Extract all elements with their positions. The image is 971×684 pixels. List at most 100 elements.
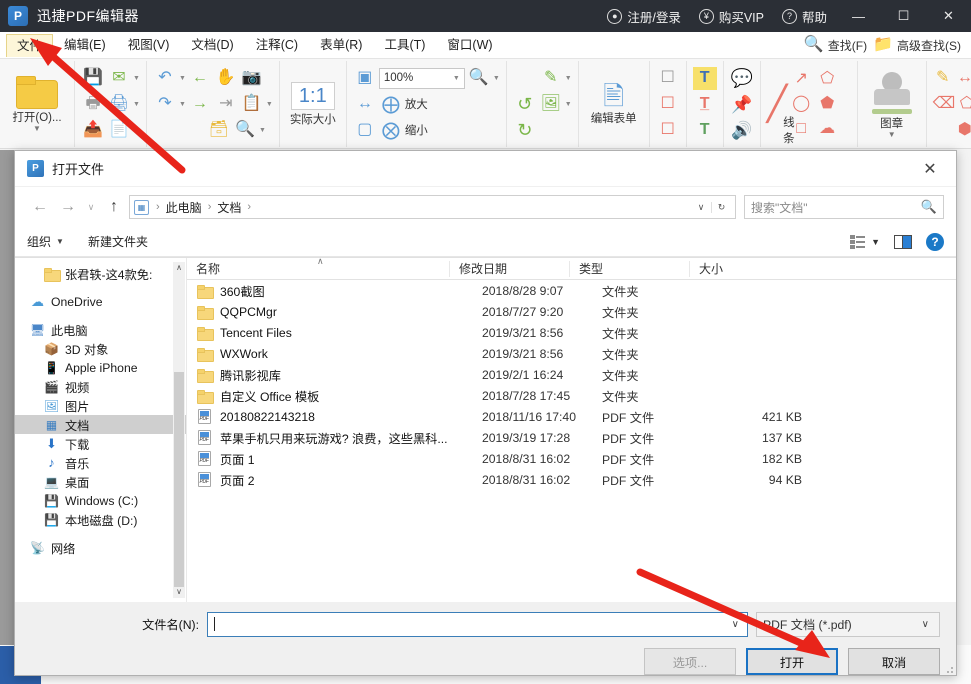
pentagon-icon[interactable]: ⬟ [815,93,839,116]
register-login-button[interactable]: ● 注册/登录 [598,0,689,32]
table-row[interactable]: 自定义 Office 模板 2018/7/28 17:45 文件夹 [187,385,956,406]
stamp-button[interactable]: 图章 ▼ [864,70,920,139]
zoom-in-label[interactable]: 放大 [405,96,428,112]
tree-item-documents[interactable]: ▦ 文档 [15,415,186,434]
pencil-icon[interactable]: ✎ [933,67,953,90]
forward-icon[interactable]: → [188,93,212,116]
edit-form-button[interactable]: 🖹 编辑表单 [585,83,643,126]
area-icon[interactable]: ⬢ [955,119,971,142]
search-input[interactable]: 搜索"文档" 🔍 [744,195,944,219]
ellipse-icon[interactable]: ◯ [789,93,813,116]
tree-item-this-pc[interactable]: 🖥 此电脑 [15,320,186,339]
zoom-in-icon[interactable]: ⨁ [379,93,403,116]
preview-pane-icon[interactable] [894,234,912,249]
scroll-up-icon[interactable]: ∧ [173,262,185,274]
dialog-close-button[interactable]: ✕ [910,154,950,184]
redo-icon[interactable]: ↷ [153,93,177,116]
chevron-down-icon[interactable]: ▼ [133,127,140,134]
tree-item-3d-objects[interactable]: 📦 3D 对象 [15,339,186,358]
export-icon[interactable]: 📤 [81,119,105,142]
select-text-icon[interactable]: ⇥ [214,93,238,116]
underline-text-icon[interactable]: T [693,119,717,142]
new-folder-button[interactable]: 新建文件夹 [88,233,148,250]
chevron-down-icon[interactable]: ▼ [133,75,140,82]
attachment-icon[interactable]: 📌 [730,93,754,116]
table-row[interactable]: PDF 页面 2 2018/8/31 16:02 PDF 文件 94 KB [187,469,956,490]
breadcrumb-this-pc[interactable]: 此电脑 [165,199,203,216]
rotate-left-icon[interactable]: ↺ [513,93,537,116]
fit-visible-icon[interactable]: ▢ [353,119,377,142]
refresh-icon[interactable]: ↻ [711,201,731,213]
tree-item-windows-c[interactable]: 💾 Windows (C:) [15,491,186,510]
arrow-icon[interactable]: ↗ [789,68,813,91]
advanced-find-button[interactable]: 📁 高级查找(S) [873,37,961,54]
menu-item-document[interactable]: 文档(D) [180,34,244,57]
breadcrumb-documents[interactable]: 文档 [216,199,242,216]
menu-item-tools[interactable]: 工具(T) [373,34,436,57]
zoom-out-icon[interactable]: ⨂ [379,119,403,142]
chevron-down-icon[interactable]: ∨ [691,202,711,213]
back-icon[interactable]: ← [188,67,212,90]
organize-button[interactable]: 组织 ▼ [27,233,64,250]
close-button[interactable]: ✕ [926,0,971,32]
menu-item-comment[interactable]: 注释(C) [245,34,309,57]
chevron-down-icon[interactable]: ▼ [453,75,460,82]
chevron-down-icon[interactable]: ▼ [33,125,41,133]
chevron-down-icon[interactable]: ∨ [918,619,933,630]
table-row[interactable]: 腾讯影视库 2019/2/1 16:24 文件夹 [187,364,956,385]
column-header-date[interactable]: 修改日期 [449,260,569,277]
edit-text-icon[interactable]: ✎ [539,67,563,90]
zoom-level-input[interactable]: 100% ▼ [378,67,465,89]
forward-button[interactable]: → [55,194,81,220]
polygon-icon[interactable]: ⬠ [815,68,839,91]
sticky-note-icon[interactable]: 💬 [730,67,754,90]
perimeter-icon[interactable]: ⬠ [957,93,971,116]
resize-grip[interactable] [943,663,953,673]
table-row[interactable]: PDF 页面 1 2018/8/31 16:02 PDF 文件 182 KB [187,448,956,469]
chevron-down-icon[interactable]: ▼ [493,75,500,82]
chevron-down-icon[interactable]: ∨ [728,619,743,630]
text-underline-icon[interactable]: ☐ [656,93,680,116]
tree-item-zhangjunyi[interactable]: 张君轶-这4款免: [15,264,186,283]
menu-item-file[interactable]: 文件 [6,33,54,58]
chevron-down-icon[interactable]: ▼ [259,127,266,134]
back-button[interactable]: ← [27,194,53,220]
tree-item-local-disk-d[interactable]: 💾 本地磁盘 (D:) [15,510,186,529]
text-insert-icon[interactable]: ☐ [656,119,680,142]
up-button[interactable]: ↑ [101,194,127,220]
new-doc-icon[interactable]: 📄 [107,119,131,142]
chevron-down-icon[interactable]: ▼ [888,131,896,139]
text-box-icon[interactable]: ☐ [656,67,680,90]
table-row[interactable]: PDF 20180822143218 2018/11/16 17:40 PDF … [187,406,956,427]
find-doc-icon[interactable]: 🔍 [233,119,257,142]
select-area-icon[interactable]: 🗃 [207,119,231,142]
chevron-down-icon[interactable]: ▼ [266,101,273,108]
recent-locations-button[interactable]: ∨ [83,194,99,220]
chevron-down-icon[interactable]: ▼ [565,101,572,108]
sound-icon[interactable]: 🔊 [730,119,754,142]
tree-item-downloads[interactable]: ⬇ 下载 [15,434,186,453]
chevron-down-icon[interactable]: ▼ [179,75,186,82]
open-file-button[interactable]: 打开(O)... ▼ [6,76,68,133]
menu-item-edit[interactable]: 编辑(E) [53,34,117,57]
scrollbar-thumb[interactable] [174,372,184,587]
distance-icon[interactable]: ↔ [955,67,971,90]
cloud-icon[interactable]: ☁ [815,117,839,140]
undo-icon[interactable]: ↶ [153,67,177,90]
chevron-down-icon[interactable]: ▼ [179,101,186,108]
add-image-icon[interactable]: 🖼 [539,93,563,116]
change-view-button[interactable]: ▼ [850,234,880,249]
minimize-button[interactable]: — [836,0,881,32]
find-button[interactable]: 🔍 查找(F) [804,37,867,54]
filename-input[interactable]: ∨ [207,611,748,637]
strikeout-text-icon[interactable]: T̲ [693,93,717,116]
paste-icon[interactable]: 📋 [240,93,264,116]
save-icon[interactable]: 💾 [81,67,105,90]
chevron-down-icon[interactable]: ▼ [871,237,880,247]
chevron-down-icon[interactable]: ▼ [565,75,572,82]
hand-tool-icon[interactable]: ✋ [214,67,238,90]
rotate-right-icon[interactable]: ↻ [513,119,537,142]
tree-item-videos[interactable]: 🎬 视频 [15,377,186,396]
maximize-button[interactable]: ☐ [881,0,926,32]
table-row[interactable]: PDF 苹果手机只用来玩游戏? 浪费，这些黑科... 2019/3/19 17:… [187,427,956,448]
